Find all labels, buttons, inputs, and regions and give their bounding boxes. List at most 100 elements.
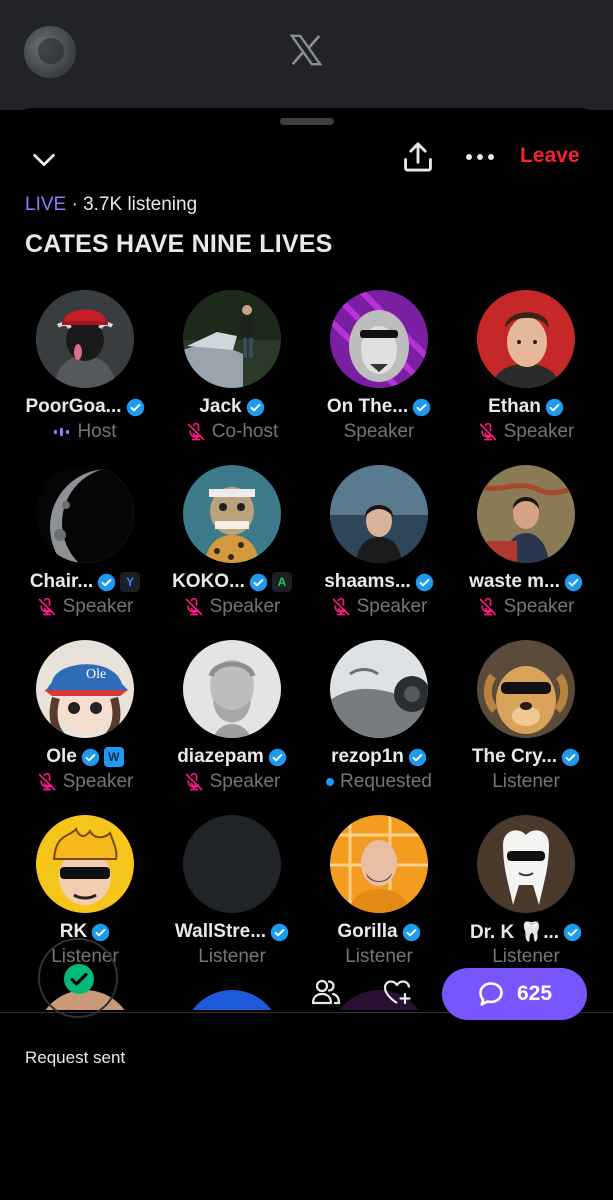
avatar	[477, 815, 575, 913]
participant-name: PoorGoa...	[25, 396, 122, 417]
more-options-icon[interactable]	[462, 144, 498, 170]
speaking-indicator-icon	[54, 428, 70, 436]
avatar	[36, 290, 134, 388]
participant-role: Speaker	[503, 596, 575, 617]
verified-badge-icon	[246, 398, 264, 416]
avatar	[36, 465, 134, 563]
mic-off-icon	[38, 772, 55, 791]
participant-card[interactable]: rezop1n Requested	[306, 640, 452, 794]
verified-badge-icon	[545, 398, 564, 416]
avatar	[330, 640, 428, 738]
participant-role: Speaker	[62, 596, 134, 617]
listener-count: · 3.7K listening	[66, 194, 198, 215]
participant-name: waste m...	[469, 571, 560, 592]
avatar	[477, 465, 575, 563]
request-status-button[interactable]	[38, 938, 118, 1018]
participant-card[interactable]: The Cry... Listener	[453, 640, 599, 794]
avatar	[183, 815, 281, 913]
participant-card[interactable]	[159, 990, 305, 1010]
verified-badge-icon	[92, 923, 110, 941]
space-title: CATES HAVE NINE LIVES	[25, 230, 333, 258]
participant-grid: PoorGoa... Host Jack Co-host On The... S…	[12, 290, 602, 1010]
participant-card[interactable]: Ole Ole W Speaker	[12, 640, 158, 794]
profile-avatar[interactable]	[24, 26, 76, 78]
participant-role: Listener	[492, 771, 560, 792]
participant-card[interactable]: shaams... Speaker	[306, 465, 452, 619]
participant-card[interactable]: Ethan Speaker	[453, 290, 599, 444]
heart-plus-icon[interactable]	[382, 978, 412, 1006]
participant-role: Speaker	[356, 596, 428, 617]
participant-card[interactable]: Jack Co-host	[159, 290, 305, 444]
participant-role: Speaker	[503, 421, 575, 442]
app-top-bar	[0, 0, 613, 110]
x-logo-icon	[289, 34, 323, 66]
avatar	[477, 290, 575, 388]
participant-card[interactable]: waste m... Speaker	[453, 465, 599, 619]
participant-card[interactable]: On The... Speaker	[306, 290, 452, 444]
participant-role: Co-host	[211, 421, 279, 442]
check-circle-icon	[64, 964, 94, 994]
collapse-chevron-down-icon[interactable]	[30, 146, 58, 174]
share-icon[interactable]	[402, 140, 434, 174]
verified-badge-icon	[563, 923, 582, 941]
avatar	[183, 990, 281, 1010]
participant-card[interactable]: PoorGoa... Host	[12, 290, 158, 444]
participant-card[interactable]: diazepam Speaker	[159, 640, 305, 794]
participant-card[interactable]: Chair... Y Speaker	[12, 465, 158, 619]
participant-role: Speaker	[62, 771, 134, 792]
participant-name: Dr. K 🦷...	[469, 922, 560, 943]
live-status: LIVE · 3.7K listening	[25, 194, 197, 216]
affiliate-badge: W	[103, 747, 124, 767]
verified-badge-icon	[402, 923, 420, 941]
participant-role: Listener	[345, 946, 413, 967]
avatar: Ole	[36, 640, 134, 738]
verified-badge-icon	[81, 748, 100, 766]
verified-badge-icon	[270, 923, 289, 941]
participant-card[interactable]: KOKO... A Speaker	[159, 465, 305, 619]
leave-button[interactable]: Leave	[520, 144, 580, 168]
avatar	[183, 290, 281, 388]
participant-name: Jack	[199, 396, 242, 417]
mic-off-icon	[479, 597, 496, 616]
avatar	[330, 990, 428, 1010]
participant-name: shaams...	[324, 571, 411, 592]
participant-card[interactable]: Dr. K 🦷... Listener	[453, 815, 599, 969]
mic-off-icon	[185, 597, 202, 616]
verified-badge-icon	[249, 573, 268, 591]
avatar	[36, 815, 134, 913]
participant-role: Speaker	[209, 596, 281, 617]
verified-badge-icon	[412, 398, 431, 416]
participant-role: Speaker	[209, 771, 281, 792]
verified-badge-icon	[564, 573, 583, 591]
avatar	[183, 465, 281, 563]
avatar	[330, 815, 428, 913]
avatar	[330, 290, 428, 388]
verified-badge-icon	[126, 398, 144, 416]
sheet-drag-handle[interactable]	[280, 118, 334, 125]
participant-role: Host	[77, 421, 117, 442]
people-icon[interactable]	[310, 977, 342, 1007]
participant-name: rezop1n	[331, 746, 404, 767]
verified-badge-icon	[415, 573, 434, 591]
participant-name: Chair...	[29, 571, 94, 592]
affiliate-badge: A	[271, 572, 292, 592]
mic-off-icon	[38, 597, 55, 616]
participant-card[interactable]: Gorilla Listener	[306, 815, 452, 969]
verified-badge-icon	[97, 573, 116, 591]
participant-name: The Cry...	[471, 746, 558, 767]
participant-card[interactable]: WallStre... Listener	[159, 815, 305, 969]
avatar	[330, 465, 428, 563]
participant-role: Listener	[492, 946, 560, 967]
participant-name: Ethan	[488, 396, 541, 417]
participant-role: Listener	[198, 946, 266, 967]
verified-badge-icon	[268, 748, 287, 766]
participant-name: Gorilla	[337, 921, 398, 942]
verified-badge-icon	[561, 748, 580, 766]
participant-role: Requested	[340, 771, 432, 792]
space-sheet: Leave LIVE · 3.7K listening CATES HAVE N…	[0, 108, 613, 1200]
comment-count: 625	[516, 982, 553, 1005]
verified-badge-icon	[408, 748, 427, 766]
avatar	[183, 640, 281, 738]
comments-button[interactable]: 625	[442, 968, 587, 1020]
participant-name: diazepam	[177, 746, 264, 767]
